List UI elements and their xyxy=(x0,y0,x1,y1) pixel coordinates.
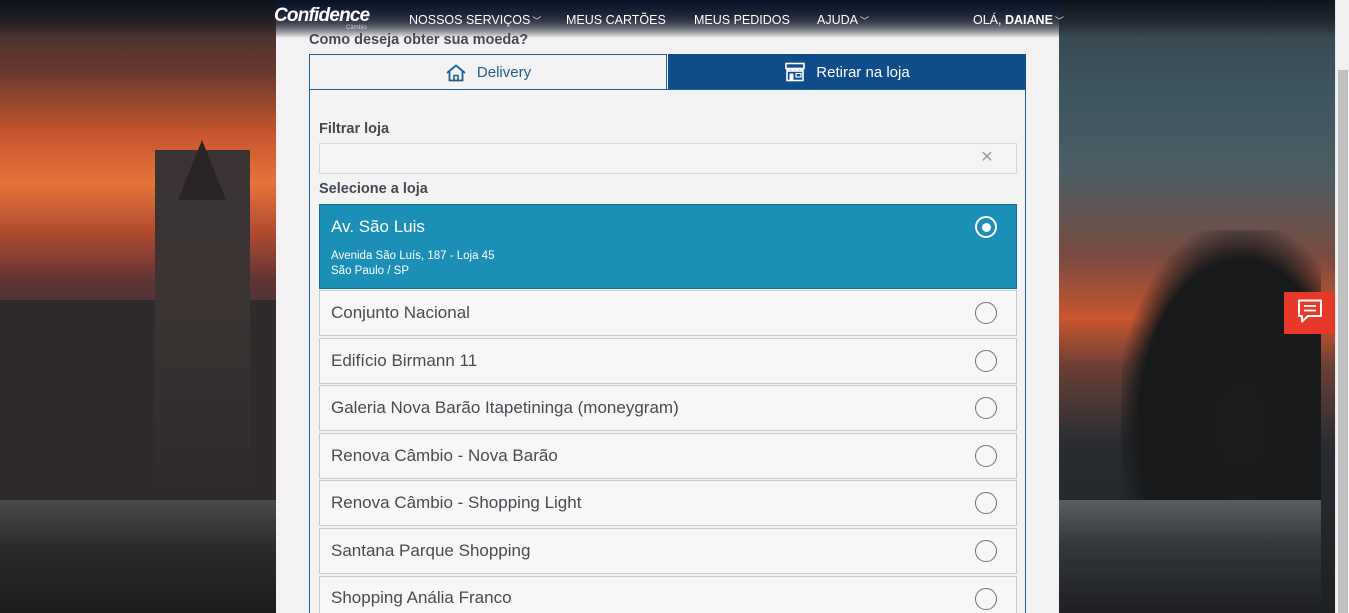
filter-store-input[interactable] xyxy=(320,144,1016,173)
radio-icon[interactable] xyxy=(975,397,997,419)
background-tower xyxy=(155,150,250,510)
nav-item-help[interactable]: AJUDA ﹀ xyxy=(817,13,869,27)
store-name: Av. São Luis xyxy=(331,217,425,236)
page-scrollbar[interactable] xyxy=(1335,0,1349,613)
chevron-down-icon: ﹀ xyxy=(859,16,869,26)
store-option[interactable]: Galeria Nova Barão Itapetininga (moneygr… xyxy=(319,385,1017,431)
user-menu[interactable]: OLÁ, DAIANE ﹀ xyxy=(973,13,1064,27)
scrollbar-thumb[interactable] xyxy=(1338,70,1348,613)
store-option[interactable]: Conjunto Nacional xyxy=(319,290,1017,336)
radio-icon[interactable] xyxy=(975,588,997,610)
store-name: Santana Parque Shopping xyxy=(331,541,531,560)
radio-icon[interactable] xyxy=(975,302,997,324)
store-option[interactable]: Av. São Luis Avenida São Luís, 187 - Loj… xyxy=(319,204,1017,289)
nav-item-label: AJUDA xyxy=(817,13,858,27)
store-name: Conjunto Nacional xyxy=(331,303,470,322)
nav-item-label: MEUS PEDIDOS xyxy=(694,13,790,27)
store-name: Galeria Nova Barão Itapetininga (moneygr… xyxy=(331,398,679,417)
radio-icon[interactable] xyxy=(975,492,997,514)
store-option[interactable]: Edifício Birmann 11 xyxy=(319,338,1017,384)
background-tower-roof xyxy=(178,140,226,200)
store-name: Edifício Birmann 11 xyxy=(331,351,478,370)
nav-item-cards[interactable]: MEUS CARTÕES xyxy=(566,13,666,27)
chevron-down-icon: ﹀ xyxy=(532,16,542,26)
radio-icon[interactable] xyxy=(975,445,997,467)
store-option[interactable]: Renova Câmbio - Nova Barão xyxy=(319,433,1017,479)
radio-icon[interactable] xyxy=(975,540,997,562)
store-icon xyxy=(784,62,806,82)
tab-label: Delivery xyxy=(476,64,532,81)
store-name: Shopping Anália Franco xyxy=(331,588,512,607)
store-address-line2: São Paulo / SP xyxy=(331,265,409,277)
greeting-prefix: OLÁ, xyxy=(973,13,1002,27)
tab-label: Retirar na loja xyxy=(816,63,910,81)
radio-icon[interactable] xyxy=(975,350,997,372)
tab-store-pickup[interactable]: Retirar na loja xyxy=(668,54,1026,90)
store-option[interactable]: Renova Câmbio - Shopping Light xyxy=(319,480,1017,526)
nav-item-label: MEUS CARTÕES xyxy=(566,13,666,27)
chat-button[interactable] xyxy=(1284,292,1335,334)
nav-item-label: NOSSOS SERVIÇOS xyxy=(409,13,531,27)
user-name: DAIANE xyxy=(1004,13,1053,27)
logo-subtitle: Câmbio xyxy=(346,25,367,31)
store-name: Renova Câmbio - Shopping Light xyxy=(331,493,582,512)
background-bridge-right xyxy=(1031,500,1321,613)
filter-store-field[interactable] xyxy=(319,143,1017,174)
background-trees xyxy=(1121,230,1321,510)
store-address-line1: Avenida São Luís, 187 - Loja 45 xyxy=(331,250,495,262)
select-store-label: Selecione a loja xyxy=(319,181,428,197)
section-title: Como deseja obter sua moeda? xyxy=(309,32,529,48)
radio-selected-icon[interactable] xyxy=(975,216,997,238)
store-option[interactable]: Shopping Anália Franco xyxy=(319,576,1017,613)
chevron-down-icon: ﹀ xyxy=(1054,16,1064,26)
nav-item-orders[interactable]: MEUS PEDIDOS xyxy=(694,13,790,27)
clear-icon[interactable]: ✕ xyxy=(979,150,995,166)
home-icon xyxy=(445,64,467,82)
filter-label: Filtrar loja xyxy=(319,121,390,137)
store-name: Renova Câmbio - Nova Barão xyxy=(331,446,558,465)
chat-icon xyxy=(1296,298,1324,329)
tab-delivery[interactable]: Delivery xyxy=(309,54,667,90)
background-bridge-left xyxy=(0,500,280,613)
logo[interactable]: Confidence xyxy=(274,5,370,27)
store-option[interactable]: Santana Parque Shopping xyxy=(319,528,1017,574)
nav-item-services[interactable]: NOSSOS SERVIÇOS ﹀ xyxy=(409,13,541,27)
